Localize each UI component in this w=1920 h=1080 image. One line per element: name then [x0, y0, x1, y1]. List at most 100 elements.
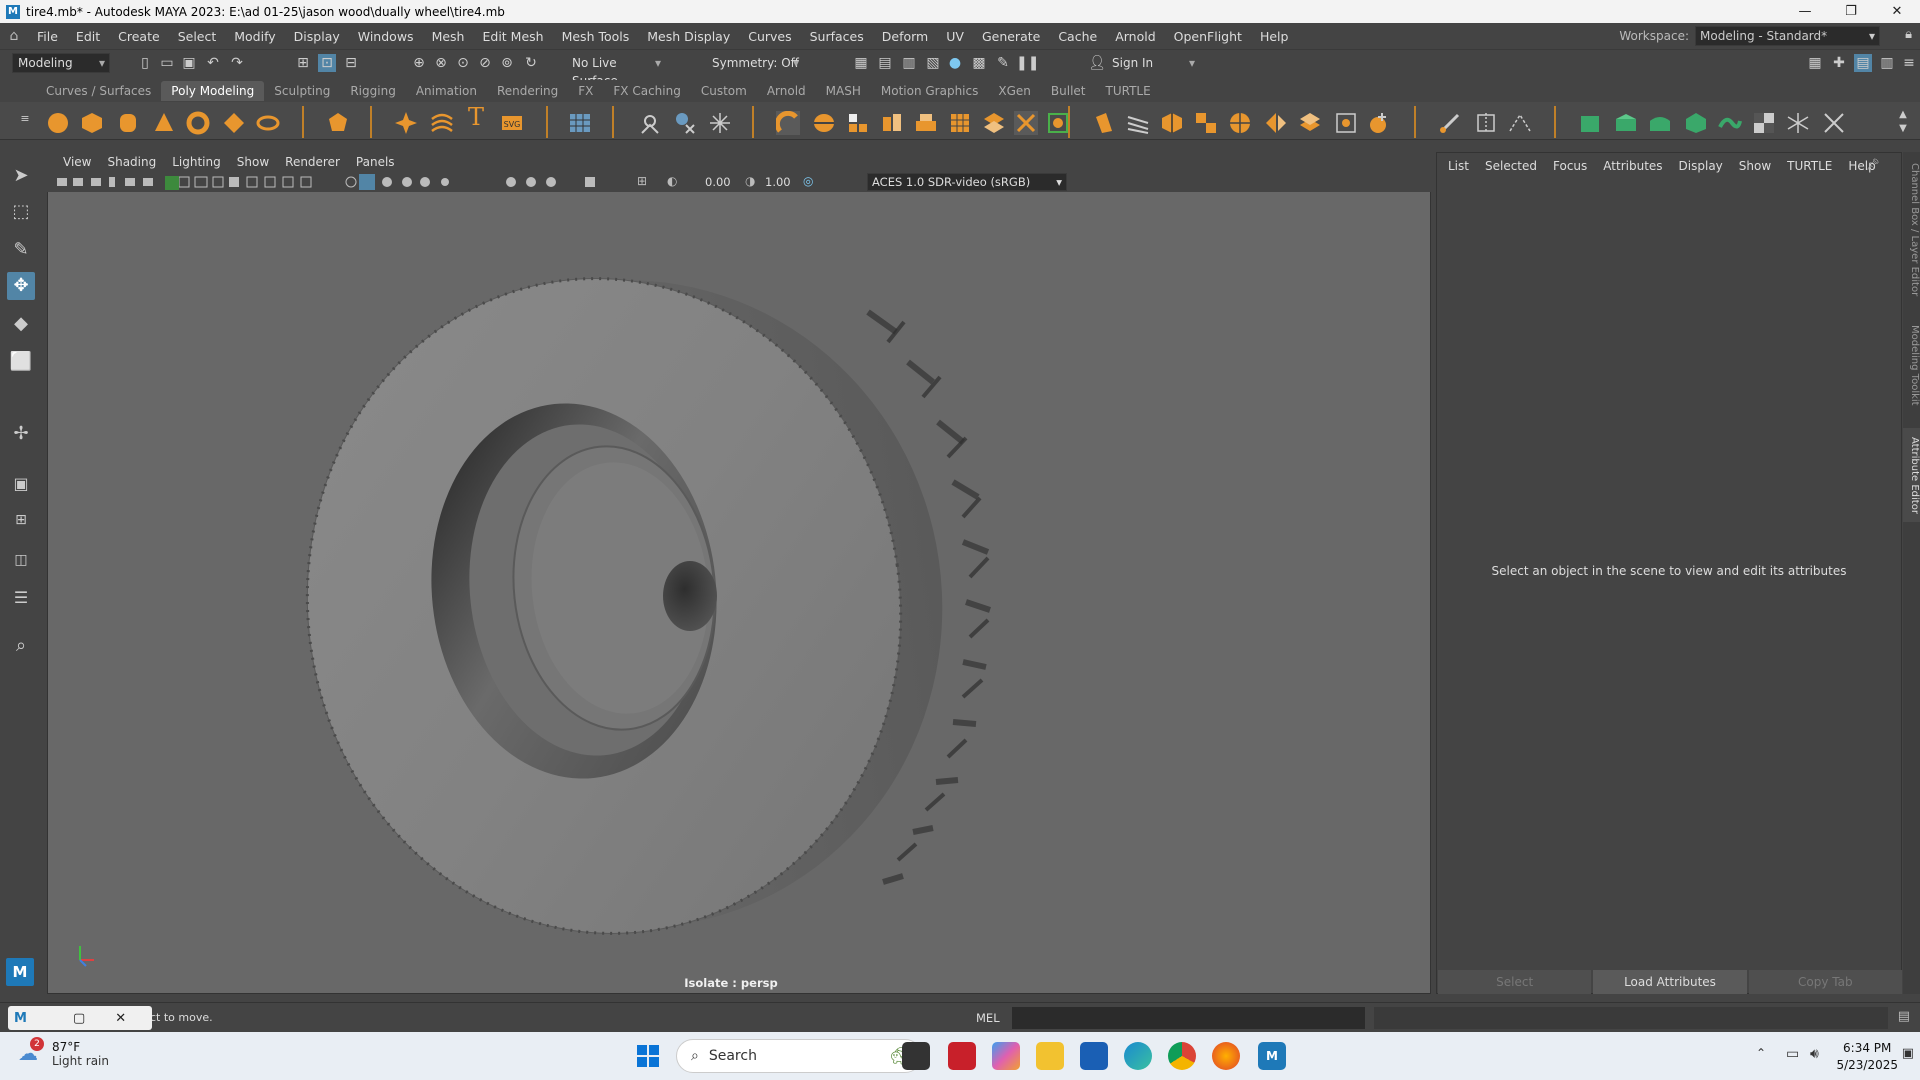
auto-uv-icon[interactable]: [672, 111, 696, 135]
green-primitive-3-icon[interactable]: [1648, 111, 1672, 135]
shelf-tab-fx-caching[interactable]: FX Caching: [603, 81, 690, 101]
color-management-icon[interactable]: ◎: [803, 174, 813, 188]
hypershade-icon[interactable]: ●: [946, 54, 964, 72]
uv-editor-icon[interactable]: [568, 111, 592, 135]
gamma-icon[interactable]: ◑: [745, 174, 755, 188]
tab-modeling-toolkit[interactable]: Modeling Toolkit: [1903, 318, 1920, 412]
platonic-solid-icon[interactable]: [326, 111, 350, 135]
snap-grid-icon[interactable]: ⊕: [410, 54, 428, 72]
fill-hole-icon[interactable]: [982, 111, 1006, 135]
shelf-tab-animation[interactable]: Animation: [406, 81, 487, 101]
checker-icon[interactable]: [1752, 111, 1776, 135]
attr-menu-focus[interactable]: Focus: [1545, 159, 1595, 173]
sculpt-brush-icon[interactable]: [1438, 111, 1462, 135]
task-view-icon[interactable]: [902, 1042, 930, 1070]
layout-icon-3[interactable]: ▤: [1854, 54, 1872, 72]
select-tool-icon[interactable]: ➤: [7, 162, 35, 190]
rotate-tool-icon[interactable]: ◆: [7, 310, 35, 338]
chrome-browser-icon[interactable]: [1168, 1042, 1196, 1070]
menu-select[interactable]: Select: [169, 29, 226, 44]
render-current-icon[interactable]: ▤: [876, 54, 894, 72]
render-settings-icon[interactable]: ▧: [924, 54, 942, 72]
attr-menu-turtle[interactable]: TURTLE: [1779, 159, 1840, 173]
menu-cache[interactable]: Cache: [1049, 29, 1106, 44]
poly-cube-icon[interactable]: [80, 111, 104, 135]
shelf-tab-sculpting[interactable]: Sculpting: [264, 81, 340, 101]
shelf-tab-turtle[interactable]: TURTLE: [1095, 81, 1160, 101]
two-view-layout-icon[interactable]: ◫: [7, 546, 35, 574]
snap-surface-icon[interactable]: ⊚: [498, 54, 516, 72]
select-component-icon[interactable]: ⊟: [342, 54, 360, 72]
edge-browser-icon[interactable]: [1124, 1042, 1152, 1070]
home-icon[interactable]: ⌂: [0, 28, 28, 44]
user-icon[interactable]: 👤︎: [1088, 54, 1106, 72]
thumb-close-icon[interactable]: ✕: [115, 1011, 126, 1026]
shelf-tab-mash[interactable]: MASH: [816, 81, 871, 101]
color-space-dropdown[interactable]: ACES 1.0 SDR-video (sRGB): [867, 173, 1067, 191]
poly-disc-icon[interactable]: [256, 111, 280, 135]
attr-menu-display[interactable]: Display: [1671, 159, 1731, 173]
menu-deform[interactable]: Deform: [873, 29, 937, 44]
sign-in-dropdown[interactable]: Sign In: [1106, 53, 1200, 73]
green-primitive-1-icon[interactable]: [1578, 111, 1602, 135]
type-tool-icon[interactable]: T: [464, 105, 488, 132]
minimize-button[interactable]: —: [1782, 0, 1828, 23]
poly-cone-icon[interactable]: [152, 111, 176, 135]
menu-file[interactable]: File: [28, 29, 67, 44]
show-hidden-icons-chevron[interactable]: ⌃: [1756, 1046, 1766, 1060]
green-primitive-5-icon[interactable]: [1718, 111, 1742, 135]
combine-icon[interactable]: [776, 111, 800, 135]
offset-loop-icon[interactable]: [1194, 111, 1218, 135]
maximize-button[interactable]: ❐: [1828, 0, 1874, 23]
menu-create[interactable]: Create: [109, 29, 169, 44]
tab-attribute-editor[interactable]: Attribute Editor: [1903, 428, 1920, 522]
bevel-icon[interactable]: [948, 111, 972, 135]
firefox-browser-icon[interactable]: [1212, 1042, 1240, 1070]
workspace-dropdown[interactable]: Modeling - Standard*: [1695, 26, 1880, 46]
insert-loop-icon[interactable]: [1160, 111, 1184, 135]
outliner-layout-icon[interactable]: ☰: [7, 584, 35, 612]
select-object-icon[interactable]: ⊡: [318, 54, 336, 72]
attr-menu-show[interactable]: Show: [1731, 159, 1779, 173]
undo-icon[interactable]: ↶: [204, 54, 222, 72]
move-tool-icon[interactable]: ✥: [7, 272, 35, 300]
script-language-toggle[interactable]: MEL: [976, 1011, 1000, 1025]
start-button[interactable]: [636, 1044, 660, 1068]
menu-mesh-tools[interactable]: Mesh Tools: [553, 29, 639, 44]
poly-sphere-icon[interactable]: [46, 111, 70, 135]
acrobat-app-icon[interactable]: [948, 1042, 976, 1070]
new-scene-icon[interactable]: ▯: [136, 54, 154, 72]
crease-tool-icon[interactable]: [1474, 111, 1498, 135]
shelf-tab-poly-modeling[interactable]: Poly Modeling: [161, 81, 265, 101]
file-explorer-icon[interactable]: [1036, 1042, 1064, 1070]
attr-menu-attributes[interactable]: Attributes: [1595, 159, 1670, 173]
shelf-tab-xgen[interactable]: XGen: [988, 81, 1041, 101]
shelf-tab-rendering[interactable]: Rendering: [487, 81, 568, 101]
redo-icon[interactable]: ↷: [228, 54, 246, 72]
layout-icon-1[interactable]: ▦: [1806, 54, 1824, 72]
symmetry-dropdown[interactable]: Symmetry: Off: [706, 53, 804, 73]
viewport-menu-lighting[interactable]: Lighting: [164, 155, 229, 169]
shelf-tab-arnold[interactable]: Arnold: [757, 81, 816, 101]
menu-edit-mesh[interactable]: Edit Mesh: [473, 29, 552, 44]
quad-draw-icon[interactable]: [1092, 111, 1116, 135]
menu-openflight[interactable]: OpenFlight: [1165, 29, 1251, 44]
viewport-toolbar-icons[interactable]: [51, 174, 611, 190]
separate-icon[interactable]: [812, 111, 836, 135]
menuset-dropdown[interactable]: Modeling: [12, 53, 110, 73]
network-icon[interactable]: ▭: [1786, 1046, 1799, 1062]
viewport-menu-renderer[interactable]: Renderer: [277, 155, 348, 169]
shelf-tab-fx[interactable]: FX: [568, 81, 603, 101]
layout-icon-4[interactable]: ▥: [1878, 54, 1896, 72]
green-primitive-4-icon[interactable]: [1684, 111, 1708, 135]
snap-together-icon[interactable]: [1786, 111, 1810, 135]
open-scene-icon[interactable]: ▭: [158, 54, 176, 72]
shelf-menu-icon[interactable]: ≡: [16, 110, 34, 128]
viewport-menu-show[interactable]: Show: [229, 155, 277, 169]
menu-edit[interactable]: Edit: [67, 29, 109, 44]
tab-channel-box[interactable]: Channel Box / Layer Editor: [1903, 160, 1920, 300]
thumb-restore-icon[interactable]: ▢: [73, 1011, 85, 1026]
camera-attributes-icon[interactable]: ⊞: [637, 174, 647, 188]
slide-edge-icon[interactable]: [1228, 111, 1252, 135]
layout-icon-5[interactable]: ≡: [1900, 54, 1918, 72]
